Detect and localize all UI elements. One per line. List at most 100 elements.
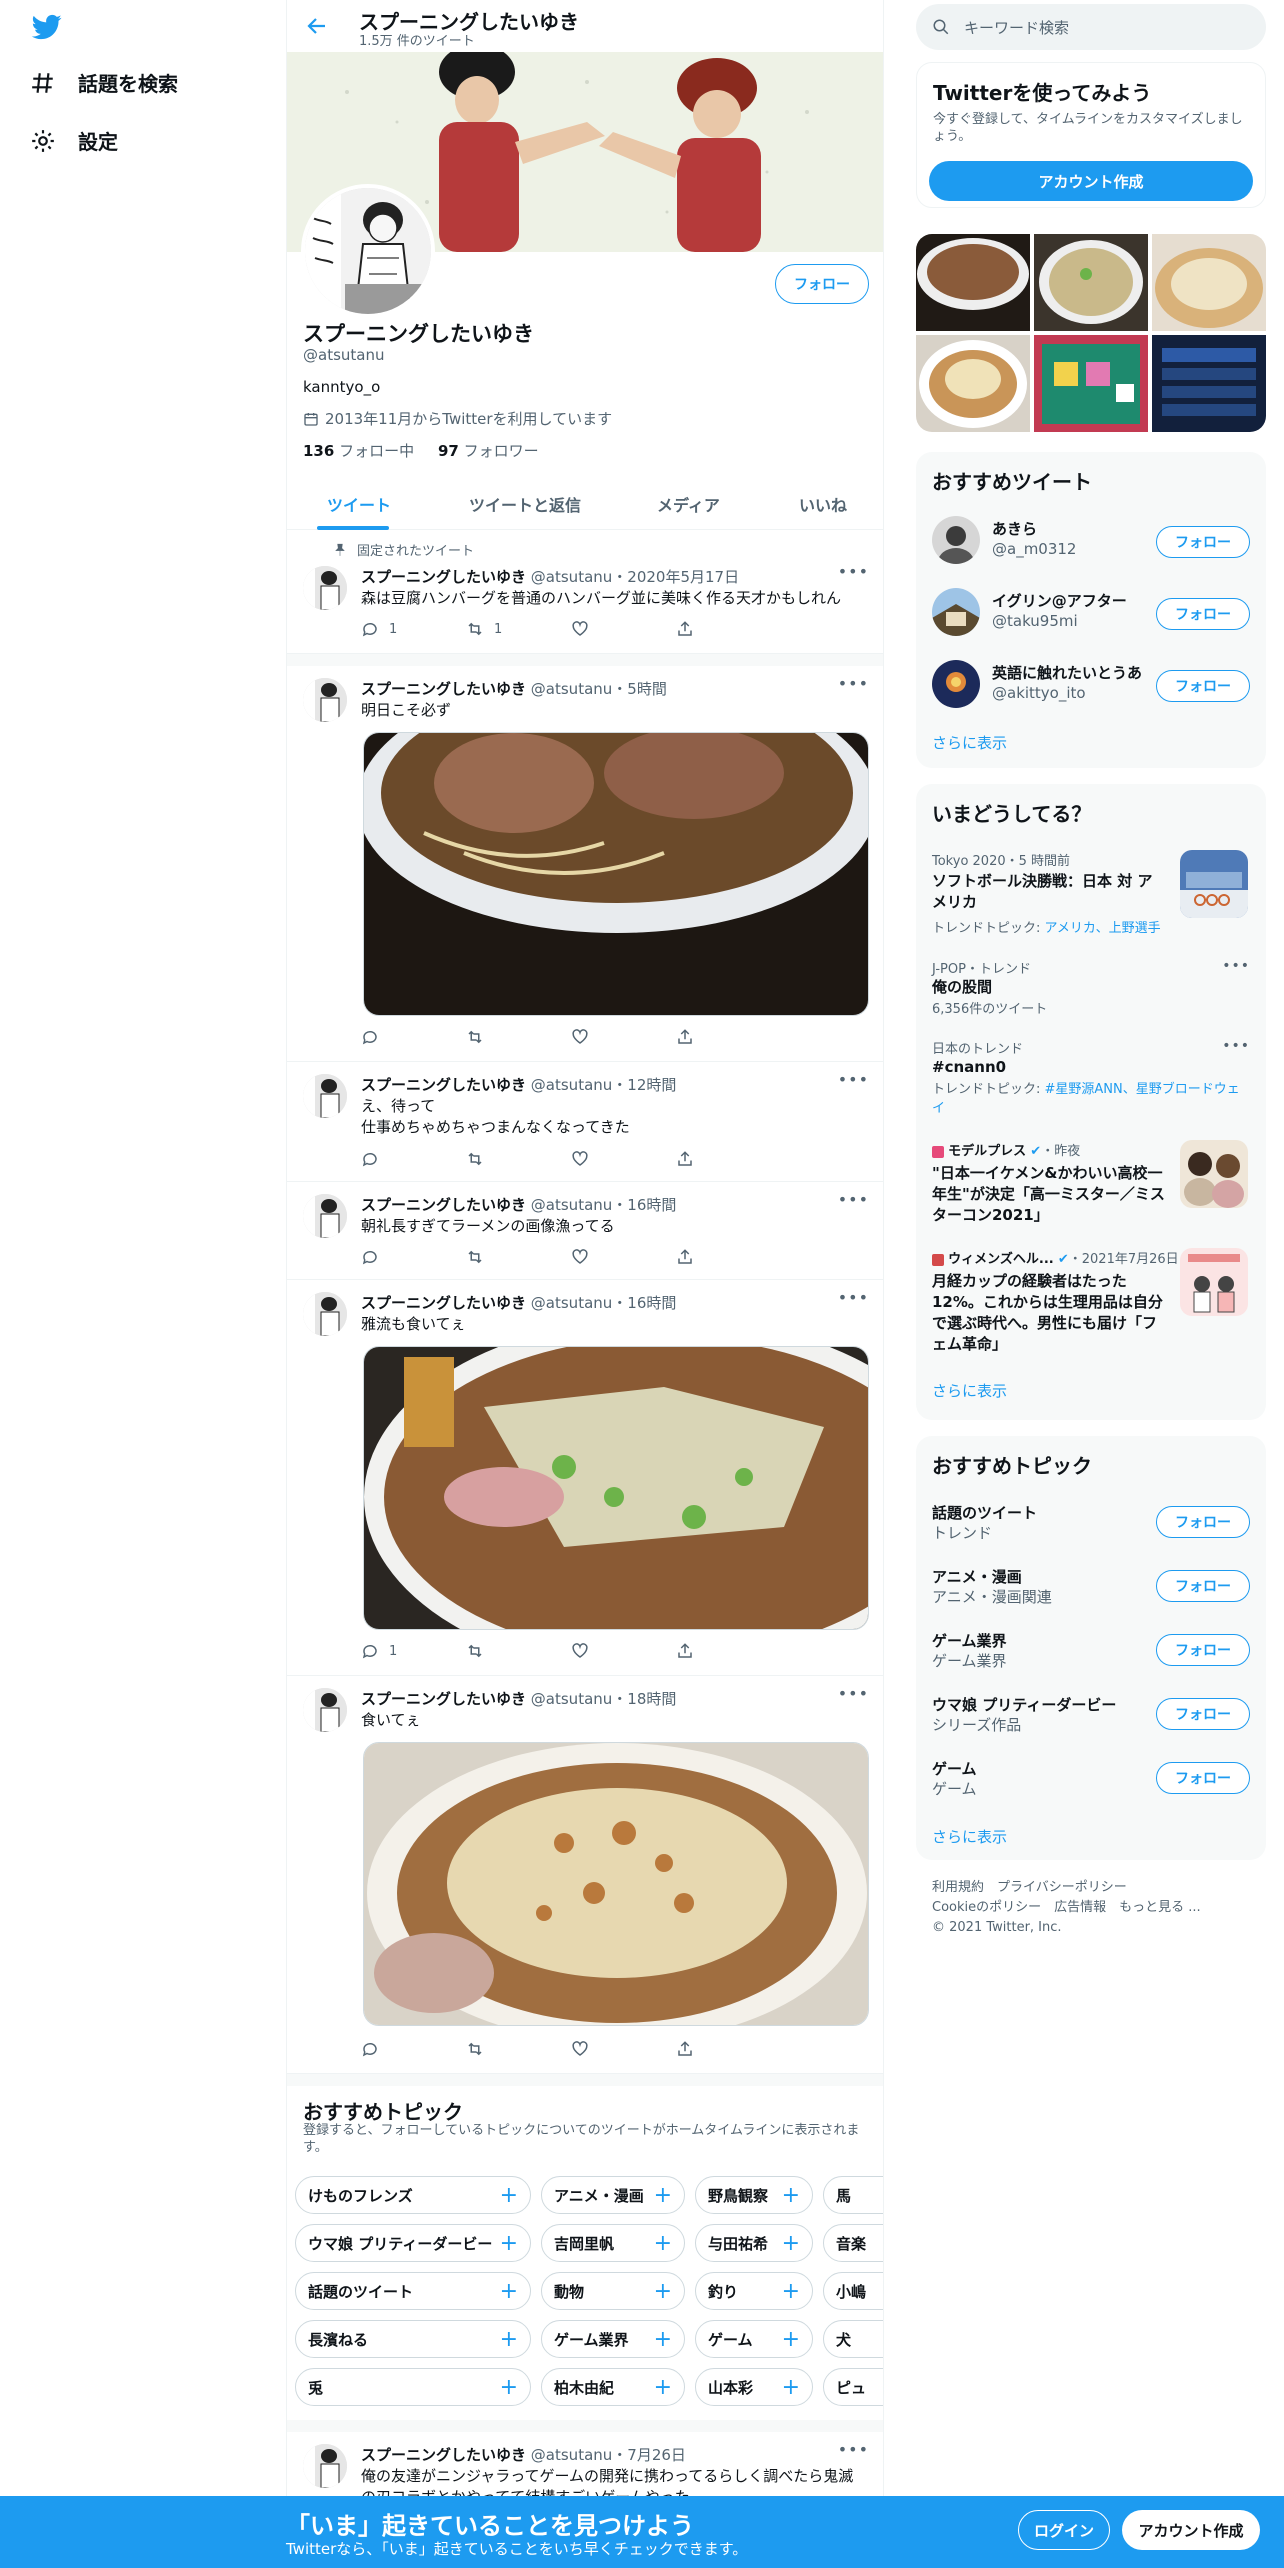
- tab-tweets[interactable]: ツイート: [327, 492, 391, 516]
- share-button[interactable]: [676, 1642, 781, 1660]
- trend-thumbnail[interactable]: [1180, 850, 1248, 918]
- tweet-avatar[interactable]: [303, 1194, 347, 1238]
- show-more-link[interactable]: さらに表示: [932, 1380, 1007, 1401]
- recommend-user[interactable]: 英語に触れたいとうあ @akittyo_ito フォロー: [932, 650, 1250, 714]
- footer-line-cookies[interactable]: Cookieのポリシー 広告情報 もっと見る ...: [932, 1898, 1201, 1918]
- reply-button[interactable]: 1: [361, 1642, 466, 1660]
- more-options-icon[interactable]: •••: [838, 1684, 869, 1703]
- share-button[interactable]: [676, 2040, 781, 2058]
- trend-item[interactable]: 日本のトレンド #cnann0 トレンドトピック: #星野源ANN、星野ブロード…: [932, 1038, 1250, 1116]
- user-avatar[interactable]: [932, 588, 980, 636]
- like-button[interactable]: [571, 620, 676, 638]
- tweet-item[interactable]: 固定されたツイート スプーニングしたいゆき @atsutanu・2020年5月1…: [287, 530, 883, 654]
- more-options-icon[interactable]: •••: [838, 1070, 869, 1089]
- share-button[interactable]: [676, 1028, 781, 1046]
- tweet-item[interactable]: スプーニングしたいゆき @atsutanu・12時間 ••• え、待って 仕事め…: [287, 1062, 883, 1182]
- signup-button[interactable]: アカウント作成: [1122, 2510, 1260, 2550]
- follow-button[interactable]: フォロー: [1156, 1506, 1250, 1538]
- share-button[interactable]: [676, 1150, 781, 1168]
- trend-thumbnail[interactable]: [1180, 1248, 1248, 1316]
- topic-pill[interactable]: ゲーム業界 +: [541, 2320, 685, 2358]
- show-more-link[interactable]: さらに表示: [932, 732, 1007, 753]
- tab-media[interactable]: メディア: [657, 492, 720, 516]
- tab-likes[interactable]: いいね: [799, 492, 847, 516]
- footer-line-terms[interactable]: 利用規約 プライバシーポリシー: [932, 1878, 1201, 1898]
- reply-button[interactable]: [361, 1150, 466, 1168]
- tweet-image[interactable]: [363, 732, 869, 1016]
- topic-pill[interactable]: 野鳥観察 +: [695, 2176, 813, 2214]
- topic-item[interactable]: ウマ娘 プリティーダービー シリーズ作品 フォロー: [932, 1682, 1250, 1746]
- topic-pill[interactable]: 吉岡里帆 +: [541, 2224, 685, 2262]
- topic-pill[interactable]: 小嶋: [823, 2272, 883, 2310]
- share-button[interactable]: [676, 1248, 781, 1266]
- tweet-item[interactable]: スプーニングしたいゆき @atsutanu・5時間 ••• 明日こそ必ず: [287, 666, 883, 1062]
- reply-button[interactable]: 1: [361, 620, 466, 638]
- profile-avatar[interactable]: [301, 184, 435, 318]
- like-button[interactable]: [571, 1642, 676, 1660]
- topic-pill[interactable]: 柏木由紀 +: [541, 2368, 685, 2406]
- more-options-icon[interactable]: •••: [1222, 1038, 1250, 1054]
- topic-item[interactable]: アニメ・漫画 アニメ・漫画関連 フォロー: [932, 1554, 1250, 1618]
- tab-tweets-replies[interactable]: ツイートと返信: [469, 492, 581, 516]
- topic-pill[interactable]: アニメ・漫画 +: [541, 2176, 685, 2214]
- share-button[interactable]: [676, 620, 781, 638]
- tweet-image[interactable]: [363, 1346, 869, 1630]
- more-options-icon[interactable]: •••: [1222, 958, 1250, 974]
- user-avatar[interactable]: [932, 660, 980, 708]
- retweet-button[interactable]: [466, 2040, 571, 2058]
- follow-button[interactable]: フォロー: [1156, 598, 1250, 630]
- tweet-avatar[interactable]: [303, 2444, 347, 2488]
- more-options-icon[interactable]: •••: [838, 1190, 869, 1209]
- topic-pill[interactable]: けものフレンズ +: [295, 2176, 531, 2214]
- tweet-avatar[interactable]: [303, 1074, 347, 1118]
- trend-item[interactable]: モデルプレス ✔・昨夜 "日本一イケメン&かわいい高校一年生"が決定「高一ミスタ…: [932, 1140, 1250, 1226]
- media-thumb[interactable]: [916, 234, 1030, 331]
- create-account-button[interactable]: アカウント作成: [929, 161, 1253, 201]
- back-arrow-icon[interactable]: [305, 14, 329, 38]
- like-button[interactable]: [571, 2040, 676, 2058]
- topic-pill[interactable]: 釣り +: [695, 2272, 813, 2310]
- tweet-avatar[interactable]: [303, 1688, 347, 1732]
- topic-item[interactable]: ゲーム ゲーム フォロー: [932, 1746, 1250, 1810]
- reply-button[interactable]: [361, 2040, 466, 2058]
- topic-pill[interactable]: 犬: [823, 2320, 883, 2358]
- more-options-icon[interactable]: •••: [838, 2440, 869, 2459]
- more-options-icon[interactable]: •••: [838, 562, 869, 581]
- trend-thumbnail[interactable]: [1180, 1140, 1248, 1208]
- twitter-bird-icon[interactable]: [30, 12, 64, 42]
- following-link[interactable]: 136 フォロー中: [303, 442, 414, 460]
- media-thumb[interactable]: [1034, 234, 1148, 331]
- topic-pill[interactable]: ウマ娘 プリティーダービー +: [295, 2224, 531, 2262]
- login-button[interactable]: ログイン: [1018, 2510, 1110, 2550]
- tweet-avatar[interactable]: [303, 566, 347, 610]
- more-options-icon[interactable]: •••: [838, 1288, 869, 1307]
- trend-item[interactable]: ウィメンズヘル... ✔・2021年7月26日 月経カップの経験者はたった12%…: [932, 1248, 1250, 1355]
- topic-pill[interactable]: 話題のツイート +: [295, 2272, 531, 2310]
- tweet-image[interactable]: [363, 1742, 869, 2026]
- tweet-avatar[interactable]: [303, 1292, 347, 1336]
- follow-button[interactable]: フォロー: [1156, 1698, 1250, 1730]
- media-thumb[interactable]: [1152, 234, 1266, 331]
- like-button[interactable]: [571, 1028, 676, 1046]
- topic-pill[interactable]: 長濱ねる +: [295, 2320, 531, 2358]
- search-box[interactable]: キーワード検索: [916, 4, 1266, 50]
- topic-pill[interactable]: 音楽: [823, 2224, 883, 2262]
- retweet-button[interactable]: 1: [466, 620, 571, 638]
- media-thumb[interactable]: [1034, 335, 1148, 432]
- follow-button[interactable]: フォロー: [1156, 670, 1250, 702]
- topic-pill[interactable]: 兎 +: [295, 2368, 531, 2406]
- topic-pill[interactable]: ピュ: [823, 2368, 883, 2406]
- media-thumb[interactable]: [1152, 335, 1266, 432]
- tweet-item[interactable]: スプーニングしたいゆき @atsutanu・16時間 ••• 朝礼長すぎてラーメ…: [287, 1182, 883, 1280]
- tweet-item[interactable]: スプーニングしたいゆき @atsutanu・16時間 ••• 雅流も食いてぇ 1: [287, 1280, 883, 1676]
- follow-button[interactable]: フォロー: [775, 264, 869, 304]
- topic-pill[interactable]: 馬: [823, 2176, 883, 2214]
- topic-item[interactable]: 話題のツイート トレンド フォロー: [932, 1490, 1250, 1554]
- like-button[interactable]: [571, 1248, 676, 1266]
- like-button[interactable]: [571, 1150, 676, 1168]
- trend-item[interactable]: J-POP・トレンド 俺の股間 6,356件のツイート •••: [932, 958, 1250, 1017]
- nav-explore[interactable]: 話題を検索: [30, 68, 178, 97]
- media-thumb[interactable]: [916, 335, 1030, 432]
- follow-button[interactable]: フォロー: [1156, 1634, 1250, 1666]
- topic-pill[interactable]: 与田祐希 +: [695, 2224, 813, 2262]
